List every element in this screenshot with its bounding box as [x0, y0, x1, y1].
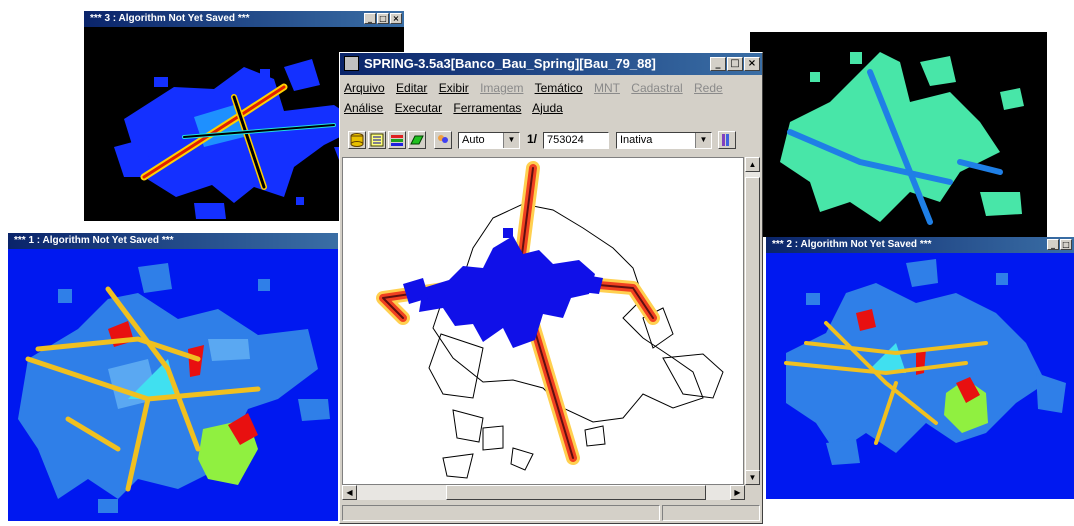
scale-input[interactable]: 753024	[543, 132, 609, 149]
window-2-titlebar[interactable]: *** 2 : Algorithm Not Yet Saved *** _ □	[766, 237, 1074, 253]
spring-title: SPRING-3.5a3[Banco_Bau_Spring][Bau_79_88…	[364, 56, 656, 71]
close-button[interactable]: ×	[744, 57, 760, 71]
menu-exibir[interactable]: Exibir	[439, 81, 469, 95]
menu-ferramentas[interactable]: Ferramentas	[453, 101, 521, 115]
status-select-value: Inativa	[620, 134, 653, 146]
menu-tematico[interactable]: Temático	[535, 81, 583, 95]
window-teal-map	[750, 32, 1047, 237]
menu-executar[interactable]: Executar	[395, 101, 442, 115]
database-icon[interactable]	[348, 131, 366, 149]
window-1-title: *** 1 : Algorithm Not Yet Saved ***	[14, 235, 174, 246]
vertical-scrollbar[interactable]: ▲ ▼	[745, 157, 760, 485]
toolbar: Auto ▼ 1/ 753024 Inativa ▼	[344, 129, 758, 153]
app-icon	[344, 56, 359, 71]
chevron-down-icon[interactable]: ▼	[695, 133, 711, 148]
spring-window[interactable]: SPRING-3.5a3[Banco_Bau_Spring][Bau_79_88…	[339, 52, 763, 524]
minimize-button[interactable]: _	[710, 57, 726, 71]
scroll-down-arrow-icon[interactable]: ▼	[745, 470, 760, 485]
horizontal-scrollbar[interactable]: ◀ ▶	[342, 485, 745, 500]
users-icon[interactable]	[434, 131, 452, 149]
menu-rede[interactable]: Rede	[694, 81, 723, 95]
map-canvas[interactable]	[342, 157, 744, 485]
maximize-button[interactable]: □	[1060, 239, 1072, 250]
minimize-button[interactable]: _	[1047, 239, 1059, 250]
zoom-mode-select[interactable]: Auto ▼	[458, 132, 520, 149]
minimize-button[interactable]: _	[364, 13, 376, 24]
menu-mnt[interactable]: MNT	[594, 81, 620, 95]
menu-bar-row-1: Arquivo Editar Exibir Imagem Temático MN…	[344, 79, 731, 97]
window-2[interactable]: *** 2 : Algorithm Not Yet Saved *** _ □	[766, 237, 1074, 499]
palette-icon[interactable]	[718, 131, 736, 149]
menu-editar[interactable]: Editar	[396, 81, 427, 95]
horizontal-scroll-thumb[interactable]	[446, 485, 706, 500]
scroll-left-arrow-icon[interactable]: ◀	[342, 485, 357, 500]
status-panel-1	[342, 505, 660, 521]
layers-icon[interactable]	[388, 131, 406, 149]
scale-value: 753024	[547, 134, 584, 146]
menu-cadastral[interactable]: Cadastral	[631, 81, 682, 95]
zoom-mode-value: Auto	[462, 134, 485, 146]
scroll-right-arrow-icon[interactable]: ▶	[730, 485, 745, 500]
window-1[interactable]: *** 1 : Algorithm Not Yet Saved ***	[8, 233, 338, 521]
window-1-map	[8, 249, 338, 521]
window-3-titlebar[interactable]: *** 3 : Algorithm Not Yet Saved *** _ □ …	[84, 11, 404, 27]
window-2-map	[766, 253, 1074, 499]
window-3-title: *** 3 : Algorithm Not Yet Saved ***	[90, 13, 250, 24]
status-panel-2	[662, 505, 760, 521]
menu-imagem[interactable]: Imagem	[480, 81, 523, 95]
menu-arquivo[interactable]: Arquivo	[344, 81, 385, 95]
window-1-titlebar[interactable]: *** 1 : Algorithm Not Yet Saved ***	[8, 233, 338, 249]
project-icon[interactable]	[368, 131, 386, 149]
window-2-title: *** 2 : Algorithm Not Yet Saved ***	[772, 239, 932, 250]
spring-titlebar[interactable]: SPRING-3.5a3[Banco_Bau_Spring][Bau_79_88…	[340, 53, 762, 75]
menu-bar-row-2: Análise Executar Ferramentas Ajuda	[344, 99, 571, 117]
window-teal[interactable]	[750, 32, 1047, 237]
scale-prefix: 1/	[527, 132, 538, 146]
vertical-scroll-thumb[interactable]	[745, 177, 760, 477]
polygon-icon[interactable]	[408, 131, 426, 149]
menu-analise[interactable]: Análise	[344, 101, 383, 115]
status-select[interactable]: Inativa ▼	[616, 132, 712, 149]
maximize-button[interactable]: □	[377, 13, 389, 24]
maximize-button[interactable]: □	[727, 57, 743, 71]
status-bar	[342, 503, 760, 521]
scroll-up-arrow-icon[interactable]: ▲	[745, 157, 760, 172]
close-button[interactable]: ×	[390, 13, 402, 24]
menu-ajuda[interactable]: Ajuda	[532, 101, 563, 115]
chevron-down-icon[interactable]: ▼	[503, 133, 519, 148]
